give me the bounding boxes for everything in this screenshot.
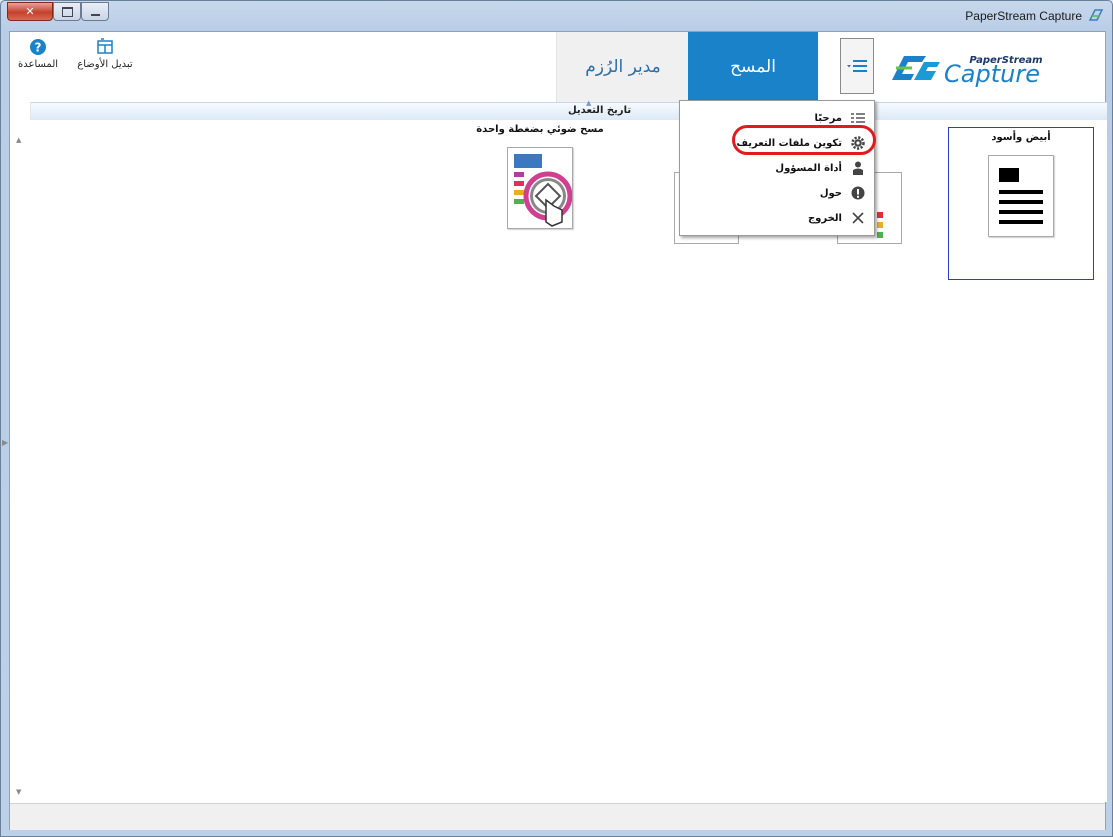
switch-mode-icon [97, 38, 113, 54]
profile-tile-one-touch[interactable]: مسح ضوئي بضغطة واحدة [470, 124, 610, 229]
scroll-up-icon[interactable]: ▲ [16, 136, 21, 144]
app-icon [1088, 9, 1104, 21]
expand-panel-icon[interactable]: ▶ [2, 438, 10, 452]
switch-mode-button[interactable]: تبديل الأوضاع [66, 38, 144, 70]
paperstream-logo: PaperStream Capture [884, 46, 1094, 90]
title-bar: ✕ PaperStream Capture [1, 1, 1112, 31]
profile-thumbnail [988, 155, 1054, 237]
close-icon [850, 210, 866, 226]
window-title: PaperStream Capture [965, 9, 1082, 23]
menu-item-label: أداة المسؤول [775, 162, 842, 174]
person-icon [850, 160, 866, 176]
minimize-icon [90, 13, 100, 16]
profile-tile-bw[interactable]: أبيض وأسود [948, 127, 1094, 280]
vertical-scrollbar[interactable]: ▲ ▼ [10, 102, 31, 802]
minimize-window-button[interactable] [81, 2, 109, 21]
logo-graphic: PaperStream Capture [892, 55, 1043, 88]
bw-document-icon [999, 168, 1043, 224]
main-menu-button[interactable] [840, 38, 874, 94]
profile-name: مسح ضوئي بضغطة واحدة [476, 124, 604, 135]
menu-item-label: الخروج [807, 212, 842, 224]
sort-column-label: تاريخ التعديل [568, 105, 632, 116]
one-touch-scan-icon [514, 154, 573, 227]
list-icon [850, 110, 866, 126]
logo-large-text: Capture [944, 60, 1040, 88]
help-icon: ? [30, 39, 46, 55]
menu-item-exit[interactable]: الخروج [684, 207, 874, 229]
maximize-window-button[interactable] [53, 2, 81, 21]
close-window-button[interactable]: ✕ [7, 2, 53, 21]
menu-item-label: حول [819, 187, 842, 199]
top-bar: ? المساعدة تبديل الأوضاع مدير الرُزم الم… [10, 32, 1105, 102]
menu-item-label: مرحبًا [814, 112, 842, 124]
help-button[interactable]: ? المساعدة [16, 38, 60, 70]
status-bar [10, 803, 1105, 830]
highlight-annotation [732, 125, 876, 155]
profile-thumbnail [507, 147, 573, 229]
tab-bundle-manager[interactable]: مدير الرُزم [556, 32, 689, 102]
tab-scan[interactable]: المسح [688, 32, 818, 102]
menu-item-about[interactable]: حول [684, 182, 874, 204]
main-menu-dropdown: مرحبًا تكوين ملفات التعريف أداة المسؤول [679, 100, 875, 236]
scroll-down-icon[interactable]: ▼ [16, 788, 21, 796]
help-label: المساعدة [17, 59, 59, 70]
profiles-view: أبيض وأسود مسح ضوئي بضغطة واحدة [30, 120, 1107, 802]
svg-text:?: ? [35, 41, 42, 55]
column-header[interactable]: ▲ تاريخ التعديل [30, 99, 1107, 121]
maximize-icon [61, 6, 73, 17]
info-icon [850, 185, 866, 201]
switch-mode-label: تبديل الأوضاع [77, 59, 133, 70]
menu-item-admin-tool[interactable]: أداة المسؤول [684, 157, 874, 179]
app-window: ✕ PaperStream Capture ? المساعدة تبديل ا… [0, 0, 1113, 837]
app-client-area: ? المساعدة تبديل الأوضاع مدير الرُزم الم… [2, 31, 1107, 830]
menu-icon [847, 60, 867, 72]
profile-name: أبيض وأسود [991, 132, 1051, 143]
